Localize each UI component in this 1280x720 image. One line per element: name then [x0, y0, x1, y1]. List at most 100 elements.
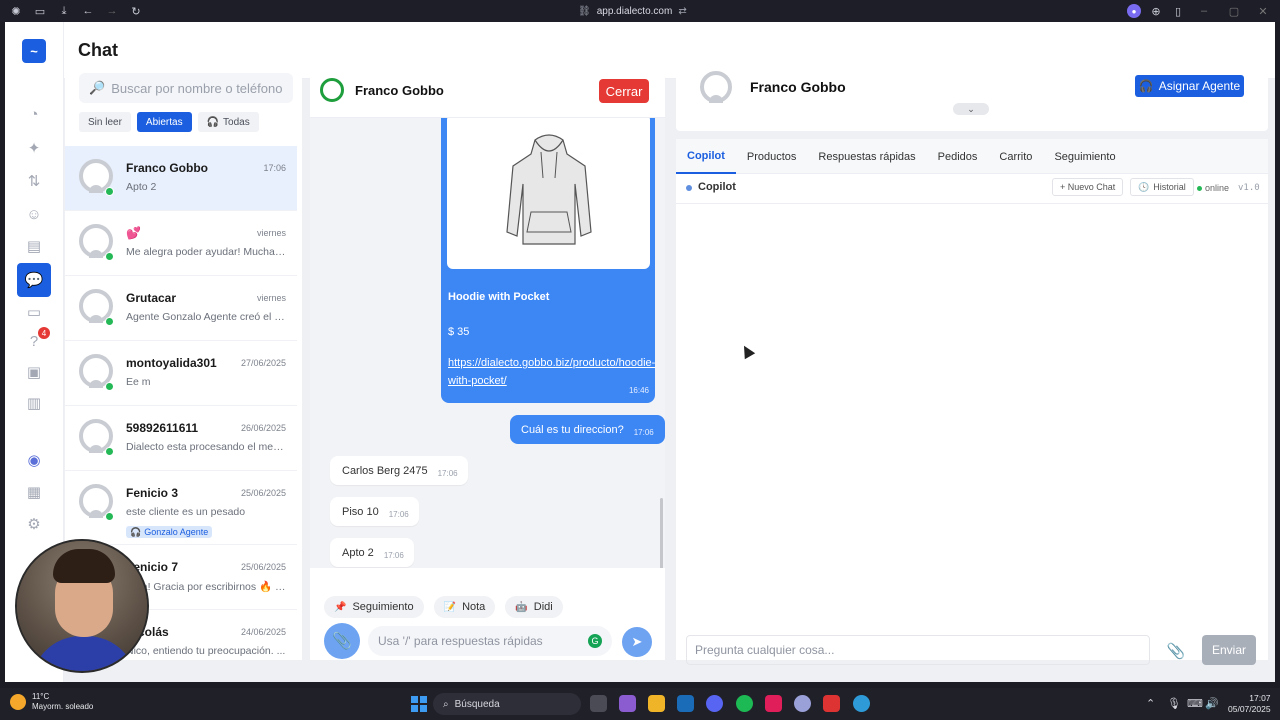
conversation-item[interactable]: 💕 viernes Me alegra poder ayudar! Mucha …: [65, 211, 297, 276]
copilot-input[interactable]: Pregunta cualquier cosa...: [686, 635, 1150, 665]
conversation-item[interactable]: Franco Gobbo 17:06 Apto 2: [65, 146, 297, 211]
conversation-preview: Apto 2: [126, 181, 157, 193]
conversation-item[interactable]: Fenicio 3 25/06/2025 este cliente es un …: [65, 471, 297, 545]
copilot-send-button[interactable]: Enviar: [1202, 635, 1256, 665]
settings-app-icon[interactable]: [794, 695, 811, 712]
conversation-item[interactable]: montoyalida301 27/06/2025 Ee m: [65, 341, 297, 406]
taskbar-clock[interactable]: 17:07 05/07/2025: [1228, 693, 1271, 715]
product-card[interactable]: Hoodie with Pocket $ 35 https://dialecto…: [441, 118, 655, 403]
product-link[interactable]: https://dialecto.gobbo.biz/producto/hood…: [448, 354, 655, 390]
conversation-item[interactable]: 59892611611 26/06/2025 Dialecto esta pro…: [65, 406, 297, 471]
conversation-item[interactable]: Grutacar viernes Agente Gonzalo Agente c…: [65, 276, 297, 341]
filter-chips: Sin leer Abiertas 🎧 Todas: [79, 112, 259, 132]
nav-sort-icon[interactable]: ⇅: [19, 166, 49, 196]
nav-chat-icon[interactable]: 💬: [17, 263, 51, 297]
nav-analytics-icon[interactable]: ▥: [19, 388, 49, 418]
tab-cart[interactable]: Carrito: [988, 139, 1043, 174]
weather-widget[interactable]: 11°C Mayorm. soleado: [10, 692, 93, 712]
nav-dashboard-icon[interactable]: ◔: [19, 99, 49, 129]
nav-bot-icon[interactable]: ▣: [19, 357, 49, 387]
webcam-person-hair: [53, 549, 115, 583]
close-window-icon[interactable]: ✕: [1256, 4, 1270, 18]
globe-icon[interactable]: ⊕: [1149, 4, 1163, 18]
search-input[interactable]: 🔎 Buscar por nombre o teléfono: [79, 73, 293, 103]
conversation-preview: Dialecto esta procesando el men...: [126, 441, 286, 453]
message-bubble-incoming: Apto 2 17:06: [330, 538, 414, 567]
tab-followup[interactable]: Seguimiento: [1043, 139, 1126, 174]
tray-chevron-icon[interactable]: ⌃: [1146, 697, 1155, 710]
online-label: online: [1205, 183, 1230, 193]
history-button[interactable]: 🕓 Historial: [1130, 178, 1194, 196]
extension-icon[interactable]: ●: [1127, 4, 1141, 18]
tab-quick-replies[interactable]: Respuestas rápidas: [807, 139, 926, 174]
steam-icon[interactable]: [677, 695, 694, 712]
chrome-icon[interactable]: [853, 695, 870, 712]
windows-start-icon[interactable]: [411, 696, 427, 712]
tab-orders[interactable]: Pedidos: [927, 139, 989, 174]
file-explorer-icon[interactable]: [648, 695, 665, 712]
taskview-icon[interactable]: [590, 695, 607, 712]
conversation-name: Grutacar: [126, 291, 177, 305]
forward-icon[interactable]: →: [105, 4, 119, 18]
chevron-down-icon[interactable]: ⌄: [953, 103, 989, 115]
grammarly-icon[interactable]: G: [588, 634, 602, 648]
conversation-time: 25/06/2025: [240, 488, 286, 498]
maximize-icon[interactable]: ▢: [1227, 4, 1241, 18]
download-icon[interactable]: ⤓: [57, 4, 71, 18]
followup-button[interactable]: 📌 Seguimiento: [324, 596, 424, 618]
snip-tool-icon[interactable]: [823, 695, 840, 712]
message-text: Cuál es tu direccion?: [521, 423, 624, 436]
message-bubble-incoming: Carlos Berg 2475 17:06: [330, 456, 468, 485]
reload-icon[interactable]: ↻: [129, 4, 143, 18]
tab-copilot[interactable]: Copilot: [676, 139, 736, 174]
nav-apps-icon[interactable]: ▦: [19, 477, 49, 507]
nav-globe-icon[interactable]: ◉: [19, 445, 49, 475]
nav-contacts-icon[interactable]: ☺: [19, 199, 49, 229]
app-icon[interactable]: [619, 695, 636, 712]
slack-icon[interactable]: [765, 695, 782, 712]
spotify-icon[interactable]: [736, 695, 753, 712]
history-label: Historial: [1153, 182, 1186, 192]
split-view-icon[interactable]: ▯: [1171, 4, 1185, 18]
nav-sparkle-icon[interactable]: ✦: [19, 133, 49, 163]
didi-button[interactable]: 🤖 Didi: [505, 596, 563, 618]
online-status: online: [1197, 183, 1229, 193]
assign-agent-button[interactable]: 🎧 Asignar Agente: [1135, 75, 1244, 97]
filter-open[interactable]: Abiertas: [136, 112, 192, 132]
attach-button[interactable]: 📎: [324, 623, 360, 659]
nav-message-icon[interactable]: ▤: [19, 231, 49, 261]
volume-icon[interactable]: 🔊: [1205, 697, 1219, 710]
sidebar-toggle-icon[interactable]: ▭: [33, 4, 47, 18]
browser-menu-icon[interactable]: ✺: [9, 4, 23, 18]
version-label: v1.0: [1238, 183, 1260, 193]
send-button[interactable]: ➤: [622, 627, 652, 657]
search-icon: 🔎: [89, 80, 106, 95]
conversation-time: viernes: [256, 228, 286, 238]
app-logo[interactable]: ~: [22, 39, 46, 63]
microphone-icon[interactable]: 🎙: [1167, 697, 1181, 710]
discord-icon[interactable]: [706, 695, 723, 712]
tab-products[interactable]: Productos: [736, 139, 808, 174]
filter-all[interactable]: 🎧 Todas: [197, 112, 259, 132]
minimize-icon[interactable]: –: [1197, 4, 1211, 18]
note-button[interactable]: 📝 Nota: [433, 596, 496, 618]
address-bar[interactable]: ⛓ app.dialecto.com ⇄: [578, 4, 687, 18]
network-icon[interactable]: ⌨: [1187, 697, 1203, 710]
back-icon[interactable]: ←: [81, 4, 95, 18]
conversation-time: 26/06/2025: [240, 423, 286, 433]
taskbar-search[interactable]: ⌕ Búsqueda: [433, 693, 581, 715]
copilot-attach-icon[interactable]: 📎: [1163, 638, 1189, 664]
tune-icon[interactable]: ⇄: [678, 6, 686, 17]
message-scrollbar[interactable]: [660, 498, 663, 568]
conversation-name: 59892611611: [126, 421, 199, 435]
new-chat-button[interactable]: + Nuevo Chat: [1052, 178, 1124, 196]
filter-unread[interactable]: Sin leer: [79, 112, 131, 132]
nav-settings-icon[interactable]: ⚙: [19, 509, 49, 539]
note-label: Nota: [462, 601, 486, 613]
weather-desc: Mayorm. soleado: [32, 702, 94, 711]
close-chat-button[interactable]: Cerrar: [599, 79, 649, 103]
message-input[interactable]: Usa '/' para respuestas rápidas G: [368, 626, 612, 656]
note-icon: 📝: [443, 601, 457, 613]
nav-ticket-icon[interactable]: ▭: [19, 297, 49, 327]
whatsapp-icon: [105, 447, 114, 456]
